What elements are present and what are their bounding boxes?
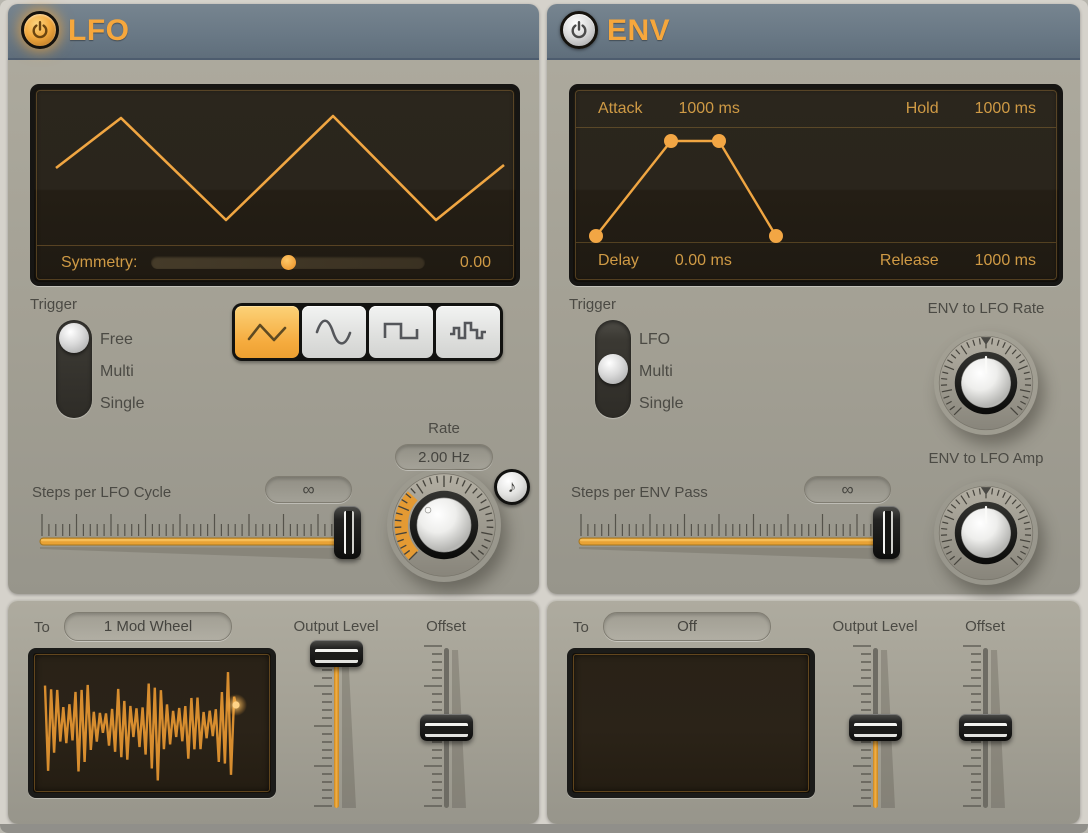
trigger-option-single[interactable]: Single	[639, 395, 683, 427]
env-to-lfo-amp-knob[interactable]	[934, 481, 1038, 585]
waveform-button-sample-hold[interactable]	[436, 306, 500, 358]
env-to-lfo-amp-label: ENV to LFO Amp	[928, 450, 1044, 467]
env-trigger-options: LFO Multi Single	[639, 331, 683, 427]
rate-label: Rate	[428, 420, 460, 437]
env-top-values: Attack 1000 ms Hold 1000 ms	[576, 91, 1056, 128]
trigger-option-free[interactable]: Free	[100, 331, 144, 363]
waveform-button-sine[interactable]	[302, 306, 366, 358]
lfo-output-display	[28, 648, 276, 798]
env-panel: ENV Attack 1000 ms Hold 1000 ms Delay 0.…	[547, 4, 1080, 594]
env-point-delay[interactable]	[589, 229, 603, 243]
lfo-panel: LFO Symmetry: 0.00 Trigger Free Multi Si…	[8, 4, 539, 594]
lfo-title: LFO	[68, 14, 130, 47]
waveform-button-triangle[interactable]	[235, 306, 299, 358]
power-icon	[571, 21, 587, 39]
env-output-display	[567, 648, 815, 798]
hold-value[interactable]: 1000 ms	[975, 100, 1036, 118]
lfo-output-history-curve	[43, 672, 238, 781]
env-offset-slider[interactable]	[947, 640, 1012, 816]
lfo-steps-label: Steps per LFO Cycle	[32, 484, 172, 501]
env-to-label: To	[573, 619, 589, 636]
attack-value[interactable]: 1000 ms	[678, 100, 739, 118]
lfo-steps-slider[interactable]	[38, 502, 398, 566]
release-value[interactable]: 1000 ms	[975, 252, 1036, 270]
env-steps-value-field[interactable]: ∞	[804, 476, 891, 503]
lfo-trigger-switch[interactable]	[56, 320, 92, 418]
symmetry-slider-thumb[interactable]	[281, 255, 296, 270]
env-steps-label: Steps per ENV Pass	[571, 484, 708, 501]
lfo-steps-value-field[interactable]: ∞	[265, 476, 352, 503]
lfo-trigger-switch-knob[interactable]	[59, 323, 89, 353]
lfo-output-panel: To 1 Mod Wheel Output Level Offset	[8, 600, 539, 824]
sample-hold-wave-icon	[450, 321, 486, 340]
env-trigger-label: Trigger	[569, 296, 616, 313]
env-steps-slider-handle[interactable]	[873, 506, 900, 559]
trigger-option-multi[interactable]: Multi	[100, 363, 144, 395]
hold-label: Hold	[905, 100, 939, 117]
env-point-attack[interactable]	[664, 134, 678, 148]
lfo-header: LFO	[8, 4, 539, 60]
env-steps-slider[interactable]	[577, 502, 937, 566]
env-header: ENV	[547, 4, 1080, 60]
release-label: Release	[879, 252, 939, 269]
output-cursor-dot	[232, 701, 240, 709]
rate-knob[interactable]	[387, 468, 501, 582]
env-title: ENV	[607, 14, 671, 47]
lfo-trigger-options: Free Multi Single	[100, 331, 144, 427]
trigger-option-lfo[interactable]: LFO	[639, 331, 683, 363]
env-display: Attack 1000 ms Hold 1000 ms Delay 0.00 m…	[569, 84, 1063, 286]
lfo-output-level-slider[interactable]	[298, 640, 363, 816]
square-wave-icon	[383, 322, 419, 340]
power-icon	[32, 21, 48, 39]
triangle-wave-icon	[247, 323, 287, 342]
rate-sync-note-button[interactable]: ♪	[494, 469, 530, 505]
trigger-option-multi[interactable]: Multi	[639, 363, 683, 395]
env-trigger-switch[interactable]	[595, 320, 631, 418]
env-output-panel: To Off Output Level Offset	[547, 600, 1080, 824]
delay-value[interactable]: 0.00 ms	[675, 252, 732, 270]
env-to-lfo-rate-knob[interactable]	[934, 331, 1038, 435]
env-offset-label: Offset	[965, 618, 1005, 635]
lfo-waveform-display: Symmetry: 0.00	[30, 84, 520, 286]
lfo-offset-label: Offset	[426, 618, 466, 635]
env-to-lfo-rate-label: ENV to LFO Rate	[927, 300, 1045, 317]
modulator-plugin-window: LFO Symmetry: 0.00 Trigger Free Multi Si…	[0, 0, 1088, 833]
attack-label: Attack	[598, 100, 643, 117]
env-power-button[interactable]	[560, 11, 598, 49]
lfo-power-button[interactable]	[21, 11, 59, 49]
lfo-trigger-label: Trigger	[30, 296, 77, 313]
symmetry-slider[interactable]	[151, 255, 425, 270]
symmetry-value: 0.00	[459, 254, 491, 271]
trigger-option-single[interactable]: Single	[100, 395, 144, 427]
rate-value-field[interactable]: 2.00 Hz	[395, 444, 493, 470]
env-point-hold[interactable]	[712, 134, 726, 148]
lfo-to-label: To	[34, 619, 50, 636]
lfo-offset-handle[interactable]	[420, 714, 473, 741]
symmetry-row: Symmetry: 0.00	[37, 245, 513, 279]
env-output-level-slider[interactable]	[837, 640, 902, 816]
window-bottom-edge	[0, 824, 1088, 833]
lfo-output-level-handle[interactable]	[310, 640, 363, 667]
symmetry-label: Symmetry:	[61, 253, 138, 271]
lfo-steps-slider-handle[interactable]	[334, 506, 361, 559]
lfo-offset-slider[interactable]	[408, 640, 473, 816]
env-trigger-switch-knob[interactable]	[598, 354, 628, 384]
env-destination-select[interactable]: Off	[603, 612, 771, 641]
rate-knob-indicator	[424, 506, 432, 514]
lfo-destination-select[interactable]: 1 Mod Wheel	[64, 612, 232, 641]
sine-wave-icon	[315, 319, 352, 345]
note-icon: ♪	[507, 477, 517, 496]
env-offset-handle[interactable]	[959, 714, 1012, 741]
lfo-waveform-buttons	[232, 303, 503, 361]
env-curve[interactable]	[575, 128, 1061, 248]
env-bottom-values: Delay 0.00 ms Release 1000 ms	[576, 242, 1056, 279]
env-point-release[interactable]	[769, 229, 783, 243]
delay-label: Delay	[598, 252, 639, 269]
lfo-wave-curve[interactable]	[36, 92, 518, 248]
env-output-level-handle[interactable]	[849, 714, 902, 741]
waveform-button-square[interactable]	[369, 306, 433, 358]
